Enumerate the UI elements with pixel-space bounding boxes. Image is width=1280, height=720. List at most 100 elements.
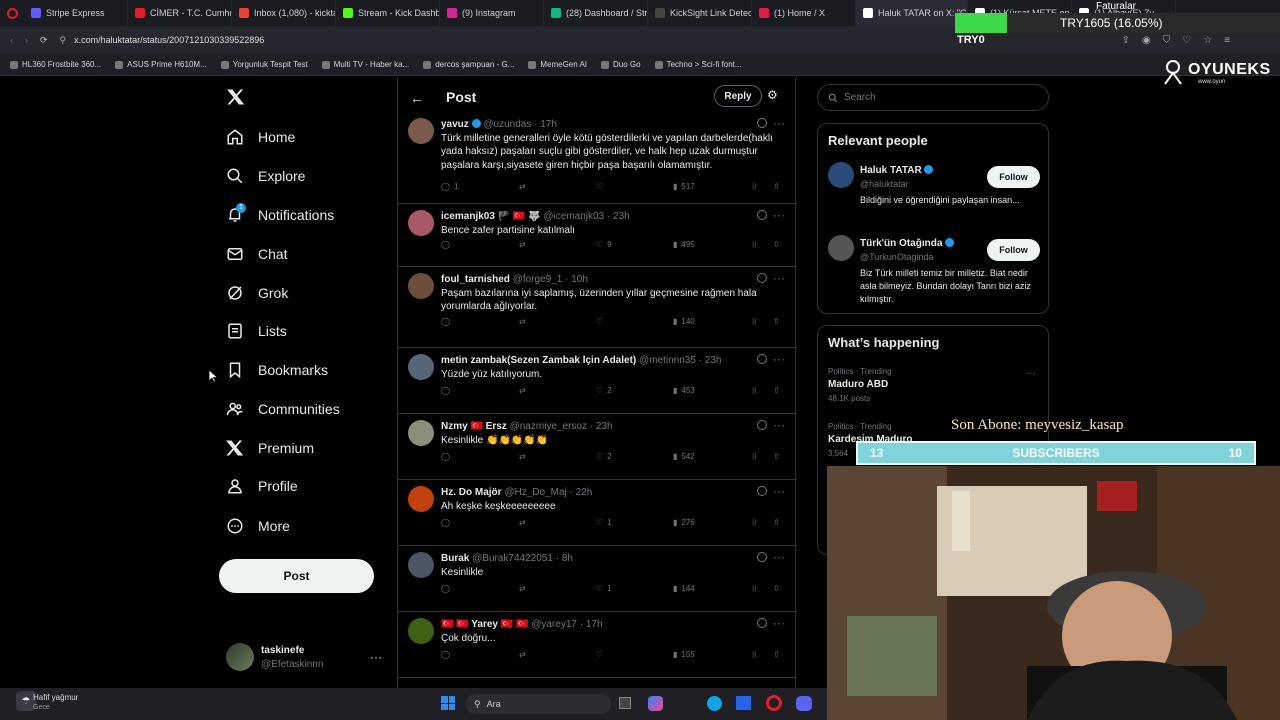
share-button[interactable]: ⇧: [773, 650, 780, 659]
back-arrow-icon[interactable]: ‹: [10, 35, 13, 45]
person-handle[interactable]: @TurkunOtaginda: [860, 252, 933, 262]
reply-avatar[interactable]: [408, 354, 434, 380]
reply-avatar[interactable]: [408, 618, 434, 644]
reply-more-icon[interactable]: ···: [773, 418, 785, 432]
reply-author-name[interactable]: foul_tarnished: [441, 274, 510, 285]
store-icon[interactable]: [736, 696, 751, 710]
like-button[interactable]: ♡ 9: [596, 240, 612, 249]
like-button[interactable]: ♡ 1: [596, 518, 612, 527]
reply-post[interactable]: Nzmy 🇹🇷 Ersz @nazmiye_ersoz · 23h ··· Kesi…: [398, 414, 797, 480]
camera-icon[interactable]: ◉: [1142, 35, 1151, 46]
views-button[interactable]: ▮ 495: [673, 240, 695, 249]
bookmark-button[interactable]: ⌷: [752, 650, 757, 660]
share-button[interactable]: ⇧: [773, 452, 780, 461]
repost-button[interactable]: ⇄: [519, 584, 526, 593]
grok-icon[interactable]: [757, 486, 767, 496]
browser-tab[interactable]: (1) Home / X: [752, 0, 856, 26]
account-more-icon[interactable]: ···: [370, 650, 382, 664]
share-button[interactable]: ⇧: [773, 584, 780, 593]
reply-comment-button[interactable]: ◯: [441, 240, 454, 249]
repost-button[interactable]: ⇄: [519, 386, 526, 395]
reply-more-icon[interactable]: ···: [773, 116, 785, 130]
share-button[interactable]: ⇧: [773, 386, 780, 395]
like-button[interactable]: ♡ 2: [596, 386, 612, 395]
like-button[interactable]: ♡ 2: [596, 452, 612, 461]
like-button[interactable]: ♡: [596, 182, 607, 191]
reply-more-icon[interactable]: ···: [773, 484, 785, 498]
reply-post[interactable]: Burak @Burak74422051 · 8h ··· Kesinlikle ◯ ⇄…: [398, 546, 797, 612]
views-button[interactable]: ▮ 517: [673, 182, 695, 191]
reply-handle[interactable]: @Burak74422051: [472, 553, 553, 564]
reply-post[interactable]: yavuz @uzundas · 17h ··· Türk milletine ge…: [398, 112, 797, 204]
grok-icon[interactable]: [757, 210, 767, 220]
views-button[interactable]: ▮ 276: [673, 518, 695, 527]
reply-time[interactable]: 23h: [613, 211, 630, 222]
repost-button[interactable]: ⇄: [519, 518, 526, 527]
reply-avatar[interactable]: [408, 486, 434, 512]
browser-tab[interactable]: (9) Instagram: [440, 0, 544, 26]
grok-icon[interactable]: [757, 354, 767, 364]
browser-tab[interactable]: Stripe Express: [24, 0, 128, 26]
grok-icon[interactable]: [757, 420, 767, 430]
bookmark-item[interactable]: Multi TV - Haber ka...: [321, 60, 409, 69]
grok-icon[interactable]: [757, 552, 767, 562]
edge-icon[interactable]: [707, 696, 722, 711]
views-button[interactable]: ▮ 155: [673, 650, 695, 659]
search-input[interactable]: Search: [817, 84, 1049, 111]
grok-icon[interactable]: [757, 273, 767, 283]
bookmark-item[interactable]: ASUS Prime H610M...: [115, 60, 207, 69]
like-button[interactable]: ♡ 1: [596, 584, 612, 593]
reply-button[interactable]: Reply: [714, 85, 762, 107]
bookmark-button[interactable]: ⌷: [752, 182, 757, 192]
reply-time[interactable]: 17h: [586, 619, 603, 630]
reply-more-icon[interactable]: ···: [773, 352, 785, 366]
reply-post[interactable]: foul_tarnished @forge9_1 · 10h ··· Paşam b…: [398, 267, 797, 348]
reply-time[interactable]: 23h: [596, 421, 613, 432]
bookmark-button[interactable]: ⌷: [752, 386, 757, 396]
bookmark-button[interactable]: ⌷: [752, 584, 757, 594]
reply-handle[interactable]: @uzundas: [483, 119, 531, 130]
views-button[interactable]: ▮ 144: [673, 584, 695, 593]
reply-post[interactable]: 🇹🇷 🇹🇷 Yarey 🇹🇷 🇹🇷 @yarey17 · 17h ··· Çok d…: [398, 612, 797, 678]
taskbar-search[interactable]: ⚲ Ara: [466, 694, 611, 714]
follow-button[interactable]: Follow: [987, 239, 1040, 261]
trend-more-icon[interactable]: ···: [1026, 368, 1036, 379]
reply-author-name[interactable]: yavuz: [441, 119, 469, 130]
browser-tab[interactable]: KickSight Link Detect: [648, 0, 752, 26]
reply-handle[interactable]: @Hz_Do_Maj: [504, 487, 566, 498]
follow-button[interactable]: Follow: [987, 166, 1040, 188]
repost-button[interactable]: ⇄: [519, 317, 526, 326]
views-button[interactable]: ▮ 140: [673, 317, 695, 326]
reply-handle[interactable]: @yarey17: [531, 619, 577, 630]
reply-time[interactable]: 8h: [562, 553, 573, 564]
reply-author-name[interactable]: icemanjk03 🏴 🇹🇷 🐺: [441, 211, 541, 222]
bookmark-button[interactable]: ⌷: [752, 452, 757, 462]
grok-icon[interactable]: [757, 618, 767, 628]
url-field[interactable]: x.com/haluktatar/status/2007121030339522…: [74, 35, 264, 45]
reply-time[interactable]: 22h: [576, 487, 593, 498]
reply-more-icon[interactable]: ···: [773, 271, 785, 285]
reply-comment-button[interactable]: ◯: [441, 452, 454, 461]
repost-button[interactable]: ⇄: [519, 452, 526, 461]
x-logo-icon[interactable]: [227, 88, 245, 111]
bookmark-item[interactable]: HL360 Frostbite 360...: [10, 60, 101, 69]
nav-explore[interactable]: Explore: [226, 167, 305, 185]
reply-author-name[interactable]: 🇹🇷 🇹🇷 Yarey 🇹🇷 🇹🇷: [441, 619, 528, 630]
bookmark-item[interactable]: dercos şampuan - G...: [423, 60, 514, 69]
like-button[interactable]: ♡: [596, 317, 607, 326]
nav-home[interactable]: Home: [226, 128, 295, 146]
windows-start-icon[interactable]: [441, 696, 455, 710]
nav-bookmarks[interactable]: Bookmarks: [226, 361, 328, 379]
nav-chat[interactable]: Chat: [226, 245, 288, 263]
bookmark-button[interactable]: ⌷: [752, 317, 757, 327]
share-button[interactable]: ⇧: [773, 317, 780, 326]
reply-time[interactable]: 17h: [540, 119, 557, 130]
reply-more-icon[interactable]: ···: [773, 550, 785, 564]
share-button[interactable]: ⇧: [773, 182, 780, 191]
nav-profile[interactable]: Profile: [226, 477, 298, 495]
task-view-icon[interactable]: [619, 697, 631, 709]
reply-avatar[interactable]: [408, 210, 434, 236]
bookmark-item[interactable]: Techno > Sci-fi font...: [654, 60, 742, 69]
views-button[interactable]: ▮ 542: [673, 452, 695, 461]
bookmark-item[interactable]: Duo Go: [601, 60, 641, 69]
